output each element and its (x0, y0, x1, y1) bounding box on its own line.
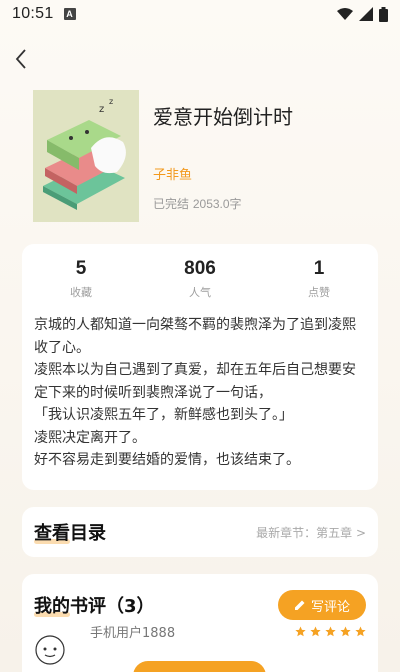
toc-title: 查看目录 (34, 523, 106, 544)
review-item: 手机用户1888 (22, 620, 378, 665)
stat-label: 人气 (189, 286, 211, 299)
stat-favorites: 5 收藏 (22, 258, 140, 300)
status-icons (337, 6, 388, 22)
stat-value: 5 (75, 258, 87, 279)
avatar (35, 635, 65, 665)
stat-label: 收藏 (70, 286, 92, 299)
stats-row: 5 收藏 806 人气 1 点赞 (22, 244, 378, 300)
star-icon (310, 626, 321, 637)
star-icon (295, 626, 306, 637)
book-title: 爱意开始倒计时 (153, 105, 293, 129)
book-cover: z z (33, 90, 139, 222)
star-icon (325, 626, 336, 637)
write-review-button[interactable]: 写评论 (277, 590, 366, 620)
star-icon (340, 626, 351, 637)
notification-a-icon: A (63, 8, 76, 20)
wifi-icon (337, 8, 353, 20)
back-arrow-icon (15, 49, 26, 69)
status-bar: 10:51 A (0, 0, 400, 28)
stats-card: 5 收藏 806 人气 1 点赞 京城的人都知道一向桀骜不羁的裴煦泽为了追到凌熙… (22, 244, 378, 490)
stat-value: 1 (313, 258, 325, 279)
star-icon (355, 626, 366, 637)
stat-likes[interactable]: 1 点赞 (260, 258, 378, 300)
back-button[interactable] (8, 44, 34, 74)
word-count: 2053.0字 (192, 197, 242, 211)
svg-text:z: z (99, 104, 104, 115)
stat-value: 806 (184, 258, 216, 279)
reviews-header: 我的书评（3） 写评论 (22, 574, 378, 620)
synopsis-line: 凌熙决定离开了。 (34, 429, 146, 446)
book-status: 已完结 2053.0字 (153, 195, 242, 212)
book-author[interactable]: 子非鱼 (153, 164, 192, 183)
battery-icon (379, 6, 388, 22)
stat-label: 点赞 (308, 286, 330, 299)
write-review-label: 写评论 (310, 599, 350, 615)
table-of-contents-row[interactable]: 查看目录 最新章节：第五章 > (22, 507, 378, 557)
signal-icon (359, 7, 373, 21)
pencil-icon (294, 600, 305, 610)
book-cover-illustration: z z (33, 90, 139, 222)
synopsis: 京城的人都知道一向桀骜不羁的裴煦泽为了追到凌熙收了心。 凌熙本以为自己遇到了真爱… (22, 300, 378, 472)
toc-title-wrap: 查看目录 (34, 519, 106, 545)
completion-status: 已完结 (153, 197, 190, 211)
synopsis-line: 好不容易走到要结婚的爱情，也该结束了。 (34, 452, 300, 468)
stat-popularity: 806 人气 (141, 258, 259, 300)
bottom-action-button[interactable] (133, 661, 266, 672)
reviews-title-wrap: 我的书评（3） (34, 592, 155, 618)
synopsis-line: 凌熙本以为自己遇到了真爱，却在五年后自己想要安定下来的时候听到裴煦泽说了一句话， (34, 362, 356, 401)
synopsis-line: 「我认识凌熙五年了，新鲜感也到头了。」 (34, 407, 293, 423)
svg-text:z: z (109, 97, 113, 106)
reviews-title: 我的书评（3） (34, 596, 155, 617)
reviewer-name: 手机用户1888 (90, 626, 176, 641)
rating-stars (295, 626, 366, 637)
reviews-card: 我的书评（3） 写评论 手机用户1888 (22, 574, 378, 672)
synopsis-line: 京城的人都知道一向桀骜不羁的裴煦泽为了追到凌熙收了心。 (34, 317, 356, 356)
status-time: 10:51 (12, 5, 54, 22)
latest-chapter-link[interactable]: 最新章节：第五章 > (256, 524, 366, 541)
